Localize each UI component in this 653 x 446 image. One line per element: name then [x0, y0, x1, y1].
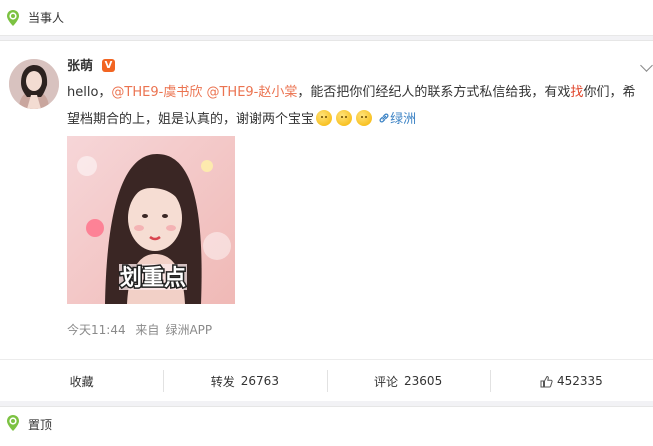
comment-button[interactable]: 评论 23605 [326, 360, 490, 402]
oasis-link[interactable]: 绿洲 [378, 112, 416, 127]
mention-link-2[interactable]: @THE9-赵小棠 [206, 85, 297, 100]
favorite-button[interactable]: 收藏 [0, 360, 163, 402]
section-header-zhiding: 置顶 [0, 406, 653, 446]
post-text-mid1: ，能否把你们经纪人的联系方式私信给我，有戏 [297, 85, 571, 100]
smile-emoji-icon [336, 110, 353, 126]
action-bar: 收藏 转发 26763 评论 23605 452335 [0, 359, 653, 402]
post-meta: 今天11:44 来自 绿洲APP [67, 321, 218, 338]
section-header-dangshiren: 当事人 [0, 0, 653, 36]
like-button[interactable]: 452335 [489, 360, 653, 402]
repost-label: 转发 [210, 374, 235, 389]
smile-emoji-icon [356, 110, 373, 126]
section-title: 当事人 [28, 11, 65, 25]
smile-emoji-icon [316, 110, 333, 126]
thumbs-up-icon [540, 375, 553, 387]
verified-badge-icon: V [102, 59, 115, 72]
mention-1-name: 虞书欣 [163, 85, 203, 100]
comment-label: 评论 [374, 374, 399, 389]
source-label: 来自 [135, 323, 160, 337]
mention-2-handle: @THE9- [206, 85, 259, 100]
post-image[interactable]: 划重点 [67, 136, 235, 304]
mention-link-1[interactable]: @THE9-虞书欣 [111, 85, 202, 100]
like-count: 452335 [556, 374, 603, 388]
post-text-prefix: hello， [67, 85, 112, 100]
location-pin-icon [7, 10, 19, 26]
section-title: 置顶 [28, 418, 53, 432]
comment-count: 23605 [404, 374, 443, 388]
image-caption: 划重点 [120, 265, 186, 291]
username[interactable]: 张萌 [67, 55, 93, 74]
source-app[interactable]: 绿洲APP [165, 323, 212, 337]
timestamp[interactable]: 今天11:44 [67, 323, 126, 337]
repost-count: 26763 [240, 374, 279, 388]
favorite-label: 收藏 [69, 374, 94, 389]
weibo-post-card: 张萌 V hello，@THE9-虞书欣 @THE9-赵小棠，能否把你们经纪人的… [0, 40, 653, 401]
repost-button[interactable]: 转发 26763 [163, 360, 326, 402]
chevron-down-icon[interactable] [640, 59, 653, 72]
post-text: hello，@THE9-虞书欣 @THE9-赵小棠，能否把你们经纪人的联系方式私… [67, 79, 642, 133]
mention-2-name: 赵小棠 [258, 85, 298, 100]
mention-1-handle: @THE9- [111, 85, 164, 100]
link-icon [379, 113, 389, 123]
link-text: 绿洲 [390, 112, 417, 127]
avatar[interactable] [9, 59, 59, 109]
location-pin-icon [7, 415, 19, 431]
highlight-word[interactable]: 找 [570, 85, 583, 100]
